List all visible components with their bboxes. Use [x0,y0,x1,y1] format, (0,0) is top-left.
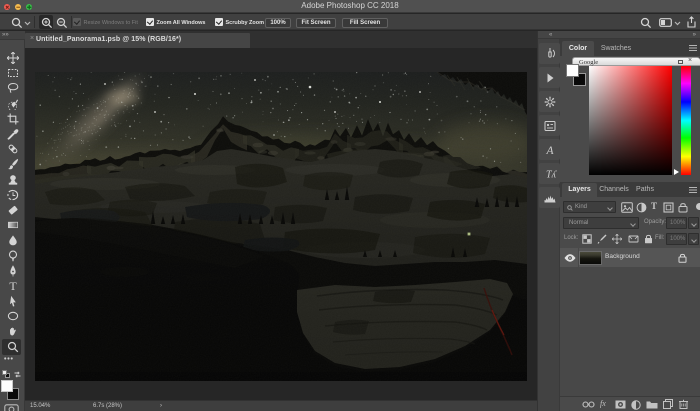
svg-text:A: A [545,145,554,157]
svg-text:T: T [9,280,17,292]
svg-text:Tʎ: Tʎ [546,169,558,180]
